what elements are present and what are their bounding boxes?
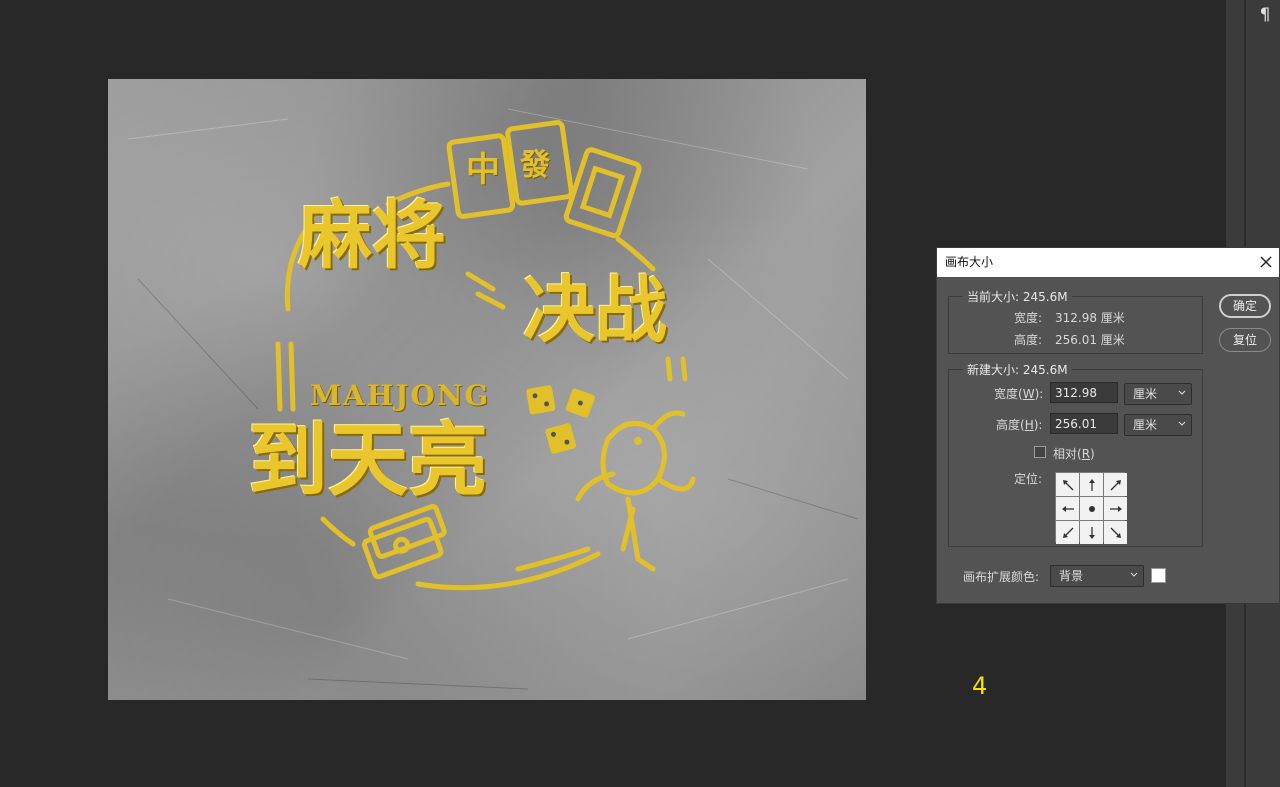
arrow-down-right-icon: [1110, 527, 1121, 538]
page-number: 4: [972, 672, 988, 700]
arrow-down-left-icon: [1062, 527, 1073, 538]
current-height-value: 256.01 厘米: [1055, 333, 1125, 347]
chevron-down-icon: [1130, 572, 1138, 577]
headline-till-dawn: 到天亮: [248, 414, 488, 507]
headline-mahjong: 麻将: [298, 193, 446, 279]
relative-checkbox[interactable]: [1034, 446, 1046, 458]
canvas-size-dialog: 画布大小 当前大小: 245.6M 宽度: 312.98 厘米 高度: 256.…: [936, 247, 1280, 604]
new-height-label: 高度(H):: [996, 418, 1043, 432]
tile-char-fa: 發: [520, 148, 550, 183]
height-input[interactable]: [1050, 413, 1118, 434]
anchor-top-right[interactable]: [1104, 473, 1127, 496]
paragraph-icon[interactable]: ¶: [1253, 4, 1277, 28]
width-unit-value: 厘米: [1133, 387, 1158, 401]
current-width-label: 宽度:: [1014, 311, 1043, 325]
anchor-bottom-right[interactable]: [1104, 521, 1127, 544]
relative-label: 相对(R): [1053, 447, 1095, 461]
arrow-down-icon: [1088, 526, 1095, 539]
subtitle-en: MAHJONG: [310, 379, 491, 412]
anchor-bottom[interactable]: [1080, 521, 1103, 544]
width-input[interactable]: [1050, 382, 1118, 403]
anchor-top-left[interactable]: [1056, 473, 1079, 496]
anchor-center[interactable]: [1080, 497, 1103, 520]
anchor-grid[interactable]: [1055, 472, 1127, 544]
height-unit-select[interactable]: 厘米: [1124, 414, 1192, 436]
anchor-top[interactable]: [1080, 473, 1103, 496]
extension-color-select[interactable]: 背景: [1050, 565, 1144, 587]
height-unit-value: 厘米: [1133, 418, 1158, 432]
anchor-bottom-left[interactable]: [1056, 521, 1079, 544]
current-width-value: 312.98 厘米: [1055, 311, 1125, 325]
dialog-titlebar[interactable]: 画布大小: [937, 248, 1279, 277]
new-size-label: 新建大小: 245.6M: [963, 361, 1072, 378]
chevron-down-icon: [1178, 421, 1186, 426]
chevron-down-icon: [1178, 390, 1186, 395]
new-width-label: 宽度(W):: [994, 387, 1044, 401]
arrow-right-icon: [1109, 505, 1122, 512]
current-height-label: 高度:: [1014, 333, 1043, 347]
width-unit-select[interactable]: 厘米: [1124, 383, 1192, 405]
extension-color-label: 画布扩展颜色:: [963, 570, 1040, 584]
dialog-title: 画布大小: [945, 255, 994, 269]
headline-showdown: 决战: [523, 268, 668, 352]
anchor-right[interactable]: [1104, 497, 1127, 520]
ok-button[interactable]: 确定: [1219, 294, 1271, 318]
anchor-left[interactable]: [1056, 497, 1079, 520]
arrow-left-icon: [1061, 505, 1074, 512]
extension-color-swatch[interactable]: [1151, 568, 1166, 583]
center-dot-icon: [1088, 505, 1095, 512]
reset-button[interactable]: 复位: [1219, 328, 1271, 352]
arrow-up-left-icon: [1062, 479, 1073, 490]
close-icon[interactable]: [1259, 255, 1273, 269]
arrow-up-icon: [1088, 478, 1095, 491]
extension-color-value: 背景: [1059, 569, 1084, 583]
current-size-label: 当前大小: 245.6M: [963, 288, 1072, 305]
tile-char-zhong: 中: [466, 150, 500, 190]
document-canvas[interactable]: 中 發 麻将 决战 MAHJONG 到天亮: [108, 79, 866, 700]
anchor-label: 定位:: [1014, 472, 1043, 486]
arrow-up-right-icon: [1110, 479, 1121, 490]
